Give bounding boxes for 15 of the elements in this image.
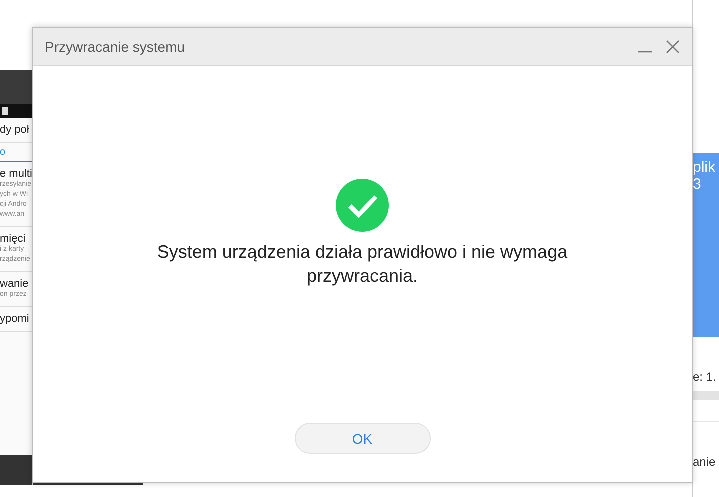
phone-top-bar bbox=[0, 70, 32, 104]
card-text: 3 bbox=[693, 176, 702, 193]
list-item-title[interactable]: e multi bbox=[0, 168, 32, 180]
card-text: plik bbox=[693, 159, 717, 176]
window-title: Przywracanie systemu bbox=[45, 38, 186, 54]
list-item-title[interactable]: wanie bbox=[0, 278, 32, 290]
list-item-title[interactable]: mięci bbox=[0, 233, 32, 245]
list-item-title[interactable]: ypomi bbox=[0, 313, 32, 325]
status-icon bbox=[2, 107, 8, 115]
status-message: System urządzenia działa prawidłowo i nie wymaga przywracania. bbox=[156, 241, 569, 288]
minimize-icon bbox=[638, 50, 652, 52]
size-text: e: 1. bbox=[693, 370, 718, 384]
check-icon bbox=[336, 179, 389, 232]
ok-button[interactable]: OK bbox=[294, 423, 430, 454]
close-button[interactable] bbox=[666, 40, 680, 54]
